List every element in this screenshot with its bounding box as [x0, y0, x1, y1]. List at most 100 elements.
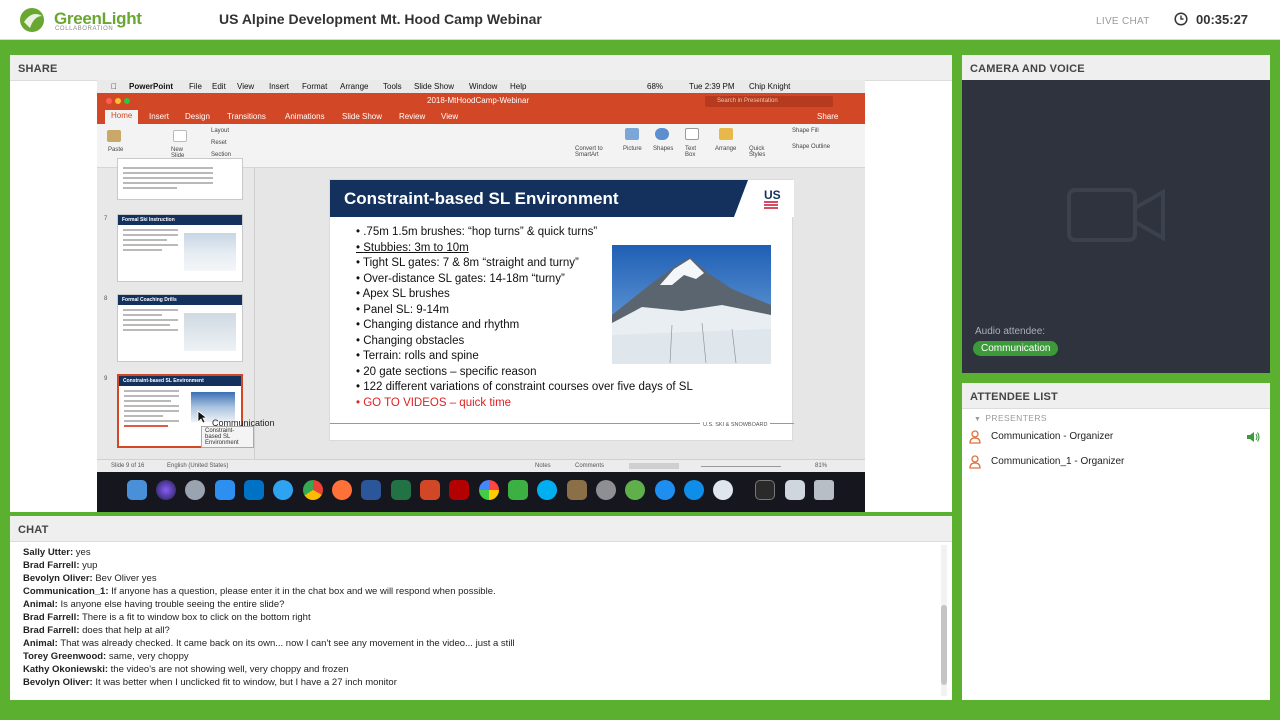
ribbon-shape-fill-label: Shape Fill [792, 128, 819, 134]
ppt-work-area: 7 Formal Ski Instruction 8 Formal Coachi… [97, 158, 865, 459]
mac-menu-help: Help [510, 82, 527, 91]
chat-sender: Communication_1: [23, 586, 109, 597]
slide-number-9: 9 [104, 376, 108, 382]
safari-icon [273, 480, 293, 500]
ribbon-tab-home: Home [105, 110, 139, 124]
person-icon [969, 455, 981, 469]
mac-menu-tools: Tools [383, 82, 402, 91]
chat-message: Torey Greenwood: same, very choppy [23, 651, 936, 664]
chat-messages: Sally Utter: yes Brad Farrell: yup Bevol… [10, 543, 936, 694]
webinar-title: US Alpine Development Mt. Hood Camp Webi… [219, 11, 542, 27]
outlook-icon [244, 480, 264, 500]
mac-dock [97, 472, 865, 512]
photos-icon [479, 480, 499, 500]
chat-message: Bevolyn Oliver: It was better when I unc… [23, 677, 936, 690]
presenters-section-toggle[interactable]: ▼ PRESENTERS [974, 413, 1047, 423]
mac-menu-file: File [189, 82, 202, 91]
ribbon-tab-transitions: Transitions [227, 112, 266, 121]
ribbon-tab-animations: Animations [285, 112, 325, 121]
teamviewer-icon [684, 480, 704, 500]
us-ski-logo-icon: US [734, 180, 794, 217]
view-buttons [629, 463, 679, 469]
collapse-triangle-icon: ▼ [974, 416, 982, 423]
share-panel: SHARE  PowerPoint File Edit View Insert… [10, 55, 952, 512]
picture-icon [625, 128, 639, 140]
ppt-search-box: Search in Presentation [705, 96, 833, 107]
chat-message: Brad Farrell: yup [23, 560, 936, 573]
window-controls-icon [106, 98, 130, 104]
chat-message: Brad Farrell: There is a fit to window b… [23, 612, 936, 625]
attendee-row[interactable]: Communication - Organizer [962, 427, 1270, 449]
chat-text: Bev Oliver yes [95, 573, 157, 584]
ppt-title-bar: 2018-MtHoodCamp-Webinar Search in Presen… [97, 93, 865, 110]
slide-bullet: 20 gate sections – specific reason [356, 365, 693, 381]
chat-sender: Animal: [23, 638, 58, 649]
session-timer: 00:35:27 [1196, 12, 1249, 27]
ribbon-layout-label: Layout [211, 128, 230, 134]
chat-text: yup [82, 560, 98, 571]
chat-sender: Sally Utter: [23, 547, 74, 558]
chat-sender: Brad Farrell: [23, 560, 80, 571]
slide-thumbnail-pane: 7 Formal Ski Instruction 8 Formal Coachi… [97, 158, 275, 459]
mac-user: Chip Knight [749, 82, 791, 91]
chat-text: If anyone has a question, please enter i… [111, 586, 496, 597]
ribbon-tab-design: Design [185, 112, 210, 121]
chat-message: Animal: That was already checked. It cam… [23, 638, 936, 651]
chat-text: That was already checked. It came back o… [60, 638, 515, 649]
slide-bullet-highlight: GO TO VIDEOS – quick time [356, 396, 693, 412]
slide-count: Slide 9 of 16 [111, 463, 145, 469]
mac-menu-slideshow: Slide Show [414, 82, 455, 91]
chat-sender: Brad Farrell: [23, 612, 80, 623]
mac-menu-format: Format [302, 82, 328, 91]
chat-message: Brad Farrell: does that help at all? [23, 625, 936, 638]
video-camera-icon [1067, 188, 1165, 242]
mac-menu-edit: Edit [212, 82, 226, 91]
powerpoint-icon [420, 480, 440, 500]
siri-icon [156, 480, 176, 500]
chat-text: the video's are not showing well, very c… [110, 664, 349, 675]
slide-thumbnail-8: Formal Coaching Drills [117, 294, 243, 362]
thumbnail-title: Constraint-based SL Environment [119, 376, 241, 386]
document-icon [785, 480, 805, 500]
ribbon-picture-label: Picture [623, 146, 642, 152]
clock-icon [1174, 12, 1188, 26]
camera-panel: CAMERA AND VOICE Audio attendee: Communi… [962, 55, 1270, 373]
ribbon-share-button: Share [817, 112, 839, 121]
thumbnail-title: Formal Ski Instruction [118, 215, 242, 225]
ribbon-convert-label: Convert to SmartArt [575, 146, 603, 158]
slide-title: Constraint-based SL Environment [344, 189, 619, 208]
mac-menu-view: View [237, 82, 255, 91]
mac-menu-window: Window [469, 82, 498, 91]
text-box-icon [685, 128, 699, 140]
chat-message: Sally Utter: yes [23, 547, 936, 560]
chat-scrollbar-thumb[interactable] [941, 605, 947, 685]
slide-footer-text: U.S. SKI & SNOWBOARD [700, 422, 771, 428]
excel-icon [391, 480, 411, 500]
chat-sender: Bevolyn Oliver: [23, 677, 93, 688]
skype-icon [537, 480, 557, 500]
firefox-icon [332, 480, 352, 500]
comments-toggle: Comments [575, 463, 605, 469]
slide-header-band: Constraint-based SL Environment US [330, 180, 794, 217]
battery-status: 68% [647, 82, 664, 91]
launchpad-icon [185, 480, 205, 500]
mac-clock: Tue 2:39 PM [689, 82, 735, 91]
ribbon-arrange-label: Arrange [715, 146, 737, 152]
mac-menu-app: PowerPoint [129, 82, 174, 91]
ribbon-tab-insert: Insert [149, 112, 170, 121]
mountain-photo [612, 245, 771, 364]
chat-text: Is anyone else having trouble seeing the… [60, 599, 285, 610]
camera-header: CAMERA AND VOICE [962, 55, 1270, 81]
chat-scrollbar[interactable] [941, 545, 947, 696]
thumbnail-tooltip: Constraint-based SL Environment [201, 426, 254, 448]
ribbon-shape-outline-label: Shape Outline [792, 144, 831, 150]
attendee-row[interactable]: Communication_1 - Organizer [962, 452, 1270, 474]
speaker-active-icon [1247, 432, 1260, 442]
presenters-section-label: PRESENTERS [985, 413, 1047, 423]
filezilla-icon [449, 480, 469, 500]
attendee-name: Communication_1 - Organizer [991, 456, 1125, 467]
finder-icon [127, 480, 147, 500]
live-chat-link[interactable]: LIVE CHAT [1096, 16, 1150, 27]
mac-menu-bar:  PowerPoint File Edit View Insert Forma… [97, 80, 865, 93]
maps-icon [625, 480, 645, 500]
